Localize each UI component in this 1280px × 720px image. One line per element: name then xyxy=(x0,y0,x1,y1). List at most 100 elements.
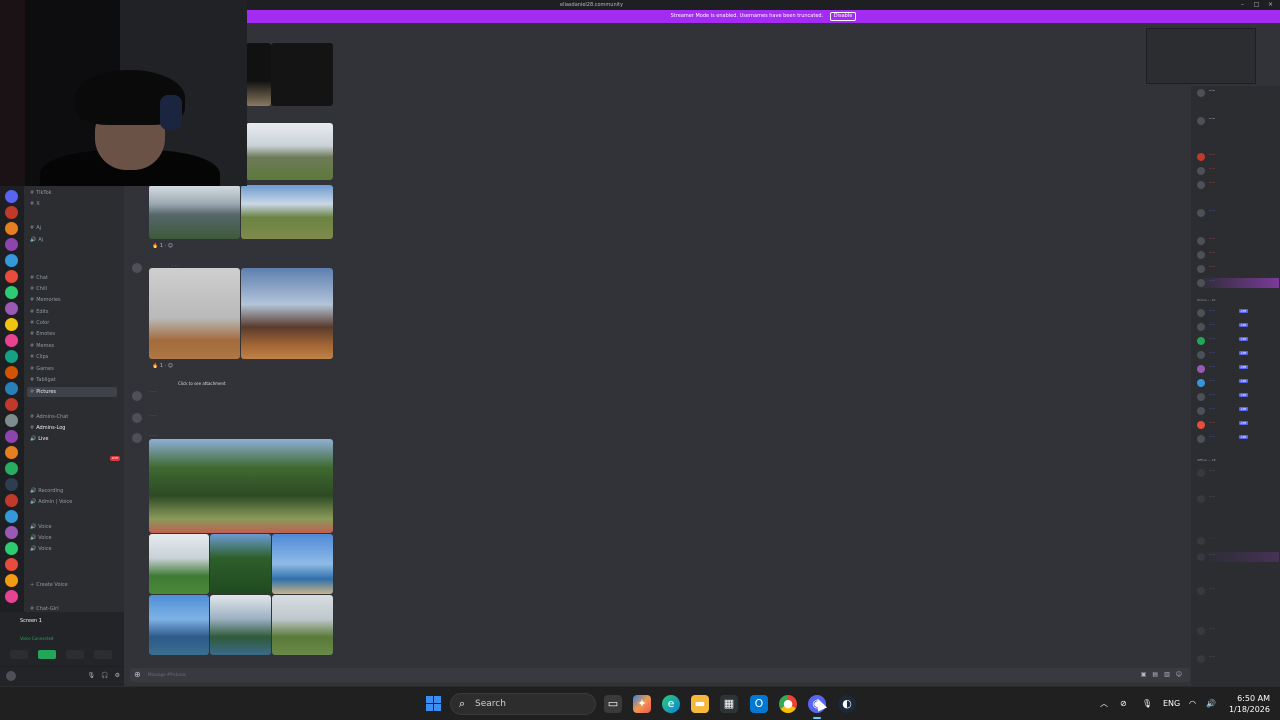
voice-channel-item[interactable]: 🔊 Admin | Voice xyxy=(30,497,72,507)
file-explorer-icon[interactable]: ▬ xyxy=(691,695,709,713)
chat-image[interactable] xyxy=(246,123,333,180)
member-item[interactable]: ····· xyxy=(1197,236,1279,246)
member-item[interactable]: ····· APP xyxy=(1197,308,1279,318)
channel-item[interactable]: # Admins-Log xyxy=(30,423,65,433)
server-icon[interactable] xyxy=(5,414,18,427)
chat-image[interactable] xyxy=(210,595,271,655)
channel-item[interactable]: # Chat xyxy=(30,273,48,283)
chat-image[interactable] xyxy=(149,268,240,359)
voice-channel-item[interactable]: 🔊 Aj xyxy=(30,235,43,245)
close-icon[interactable]: × xyxy=(1267,1,1274,8)
member-item[interactable]: ····· xyxy=(1197,586,1279,596)
member-item[interactable]: ····· xyxy=(1197,166,1279,176)
server-icon[interactable] xyxy=(5,510,18,523)
channel-item[interactable]: # Chat-Girl xyxy=(30,604,59,612)
voice-channel-item[interactable]: 🔊 Voice xyxy=(30,544,52,554)
avatar[interactable] xyxy=(132,391,142,401)
channel-item-active[interactable]: # Pictures xyxy=(27,387,117,397)
member-item[interactable]: ····· APP xyxy=(1197,364,1279,374)
disable-streamer-mode-button[interactable]: Disable xyxy=(829,12,857,21)
member-item[interactable]: ····· xyxy=(1197,152,1279,162)
gift-icon[interactable]: ▣ xyxy=(1141,668,1147,682)
edge-icon[interactable]: e xyxy=(662,695,680,713)
chat-image[interactable] xyxy=(241,185,333,239)
channel-item[interactable]: # TikTok xyxy=(30,188,52,198)
member-item[interactable]: ····· xyxy=(1197,536,1279,546)
emoji-icon[interactable]: ☺ xyxy=(1176,668,1182,682)
chat-image[interactable] xyxy=(149,439,333,533)
settings-icon[interactable]: ⚙ xyxy=(115,672,120,679)
channel-item[interactable]: # Tabligat xyxy=(30,375,56,385)
member-item[interactable]: ····· xyxy=(1197,208,1279,218)
outlook-icon[interactable]: O xyxy=(750,695,768,713)
member-item[interactable]: ····· xyxy=(1197,250,1279,260)
member-item[interactable]: ····· xyxy=(1197,264,1279,274)
show-hidden-icons-icon[interactable]: ︿ xyxy=(1100,687,1108,720)
chat-image[interactable] xyxy=(241,268,333,359)
channel-item[interactable]: # Color xyxy=(30,318,49,328)
member-item[interactable]: ····· xyxy=(1197,116,1279,126)
add-attachment-icon[interactable]: ⊕ xyxy=(134,668,141,682)
reaction-bar[interactable]: 🔥 1 · ☺ xyxy=(152,243,173,249)
server-icon[interactable] xyxy=(5,574,18,587)
channel-item[interactable]: # Memories xyxy=(30,295,61,305)
server-icon[interactable] xyxy=(5,318,18,331)
channel-item[interactable]: # Chill xyxy=(30,284,47,294)
member-item[interactable]: ····· APP xyxy=(1197,434,1279,444)
server-icon[interactable] xyxy=(5,350,18,363)
channel-item[interactable]: # Emotes xyxy=(30,329,55,339)
server-icon[interactable] xyxy=(5,398,18,411)
member-item[interactable]: ····· xyxy=(1197,278,1279,288)
voice-channel-item[interactable]: 🔊 Live xyxy=(30,434,48,444)
chat-image[interactable] xyxy=(149,534,209,594)
chat-image[interactable] xyxy=(149,185,240,239)
server-icon[interactable] xyxy=(5,542,18,555)
steam-icon[interactable]: ◐ xyxy=(838,695,856,713)
channel-item[interactable]: # Games xyxy=(30,364,54,374)
microphone-tray-icon[interactable]: 🎙 xyxy=(1142,687,1152,720)
member-item[interactable]: ····· APP xyxy=(1197,350,1279,360)
voice-channel-item[interactable]: 🔊 Voice xyxy=(30,522,52,532)
sticker-icon[interactable]: ▥ xyxy=(1164,668,1170,682)
chat-image[interactable] xyxy=(210,534,271,594)
system-clock[interactable]: 6:50 AM 1/18/2026 xyxy=(1229,693,1270,715)
server-icon[interactable] xyxy=(5,430,18,443)
channel-item[interactable]: # Aj xyxy=(30,223,41,233)
chat-image[interactable] xyxy=(271,43,333,106)
server-icon[interactable] xyxy=(5,206,18,219)
stream-preview[interactable] xyxy=(1146,28,1256,84)
voice-channel-item[interactable]: 🔊 Voice xyxy=(30,533,52,543)
server-icon[interactable] xyxy=(5,190,18,203)
server-icon[interactable] xyxy=(5,366,18,379)
chat-image[interactable] xyxy=(272,595,333,655)
screen-share-button[interactable] xyxy=(38,650,56,659)
member-item[interactable]: ····· APP xyxy=(1197,420,1279,430)
task-view-icon[interactable]: ▭ xyxy=(604,695,622,713)
store-icon[interactable]: ▦ xyxy=(720,695,738,713)
member-item[interactable]: ····· xyxy=(1197,180,1279,190)
member-item[interactable]: ····· APP xyxy=(1197,336,1279,346)
avatar[interactable] xyxy=(132,413,142,423)
member-item[interactable]: ····· xyxy=(1197,88,1279,98)
server-icon[interactable] xyxy=(5,494,18,507)
attachment-hint[interactable]: Click to see attachment xyxy=(178,381,226,386)
soundboard-button[interactable] xyxy=(94,650,112,659)
start-button[interactable] xyxy=(426,696,442,712)
server-icon[interactable] xyxy=(5,558,18,571)
voice-channel-item[interactable]: + Create Voice xyxy=(30,580,68,590)
voice-channel-item[interactable]: 🔊 Recording xyxy=(30,486,63,496)
reaction-bar[interactable]: 🔥 1 · ☺ xyxy=(152,363,173,369)
server-icon[interactable] xyxy=(5,446,18,459)
channel-item[interactable]: # Admins-Chat xyxy=(30,412,68,422)
message-composer[interactable]: ⊕ Message #Pictures ▣ ▤ ▥ ☺ xyxy=(130,668,1190,682)
server-icon[interactable] xyxy=(5,238,18,251)
chat-image[interactable] xyxy=(272,534,333,594)
avatar[interactable] xyxy=(132,263,142,273)
headphones-icon[interactable]: 🎧 xyxy=(101,672,108,679)
maximize-icon[interactable]: □ xyxy=(1253,1,1260,8)
server-icon[interactable] xyxy=(5,478,18,491)
gif-icon[interactable]: ▤ xyxy=(1152,668,1158,682)
member-item[interactable]: ····· xyxy=(1197,494,1279,504)
network-icon[interactable]: ⊘ xyxy=(1120,687,1127,720)
activity-button[interactable] xyxy=(66,650,84,659)
